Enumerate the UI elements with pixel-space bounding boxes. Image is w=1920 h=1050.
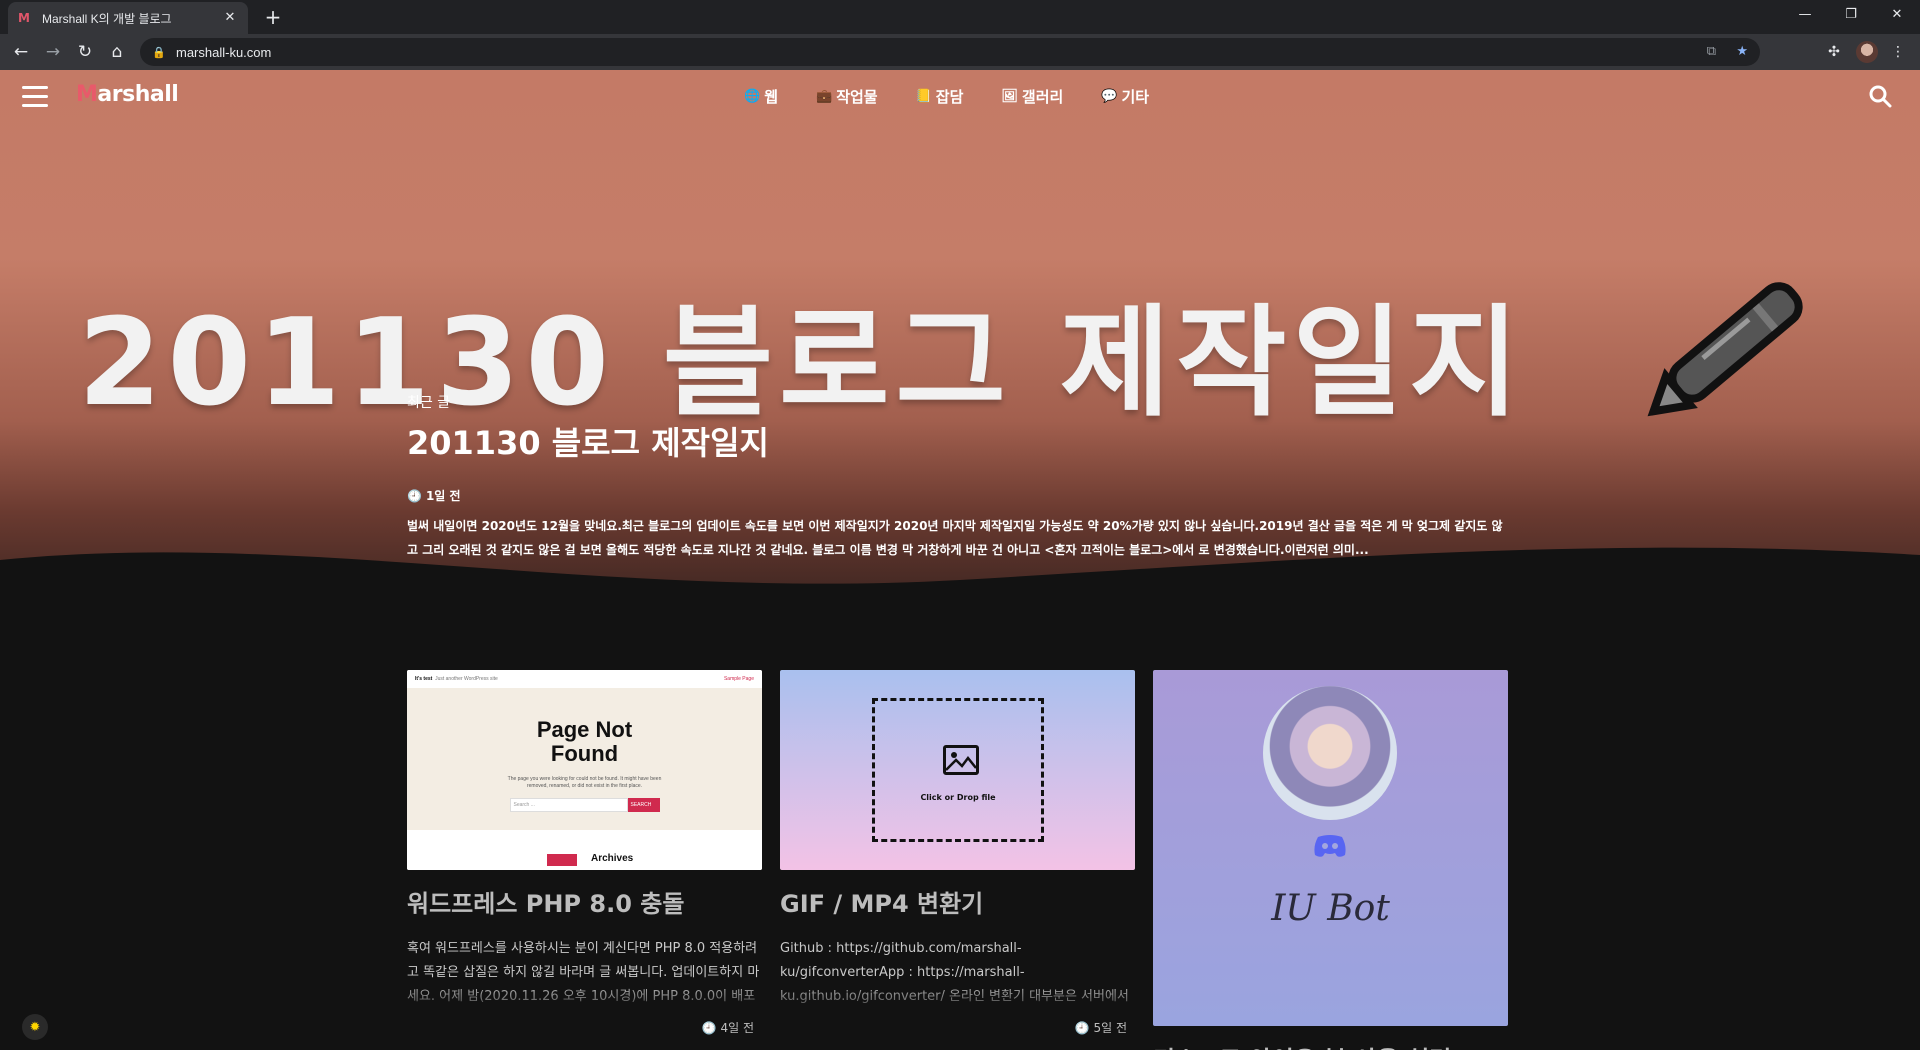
page: Marshall 🌐 웹 💼 작업물 📒 잡담 🖼 갤러리 💬 기타 201130 블로그… xyxy=(0,70,1920,1050)
thumb-archives-label: Archives xyxy=(591,853,634,864)
discord-icon xyxy=(1314,835,1346,857)
open-in-app-icon[interactable]: ⧉ xyxy=(1707,38,1716,66)
hero-banner-text: 201130 블로그 제작일지 xyxy=(78,294,1526,433)
thumb-search-input: Search ... xyxy=(509,798,628,812)
globe-icon: 🌐 xyxy=(744,89,761,104)
post-title[interactable]: GIF / MP4 변환기 xyxy=(780,884,1135,919)
new-tab-button[interactable]: + xyxy=(260,5,286,31)
nav-item-etc[interactable]: 💬 기타 xyxy=(1101,86,1149,107)
post-excerpt: Github : https://github.com/marshall-ku/… xyxy=(780,941,1129,1004)
thumb-lower-search-button xyxy=(547,854,577,866)
post-thumbnail[interactable]: IU Bot xyxy=(1153,670,1508,1026)
browser-tab-bar: M Marshall K의 개발 블로그 ✕ + — ❐ ✕ xyxy=(0,0,1920,34)
browser-tab[interactable]: M Marshall K의 개발 블로그 ✕ xyxy=(8,2,248,34)
search-icon[interactable] xyxy=(1868,84,1892,108)
back-icon[interactable]: ← xyxy=(9,40,33,64)
bug-icon: ✹ xyxy=(29,1019,41,1035)
url-text: marshall-ku.com xyxy=(176,44,272,60)
thumb-drop-zone: Click or Drop file xyxy=(872,698,1044,842)
featured-post-title[interactable]: 201130 블로그 제작일지 xyxy=(407,418,769,464)
post-card[interactable]: Click or Drop file GIF / MP4 변환기 Github … xyxy=(780,670,1135,1036)
pen-icon xyxy=(1647,282,1803,417)
note-icon: 📒 xyxy=(915,89,932,104)
nav-item-web[interactable]: 🌐 웹 xyxy=(744,86,778,107)
clock-icon: 🕘 xyxy=(1074,1021,1094,1035)
nav-item-gallery[interactable]: 🖼 갤러리 xyxy=(1001,86,1063,107)
briefcase-icon: 💼 xyxy=(816,89,833,104)
featured-post-excerpt[interactable]: 벌써 내일이면 2020년도 12월을 맞네요.최근 블로그의 업데이트 속도를… xyxy=(407,514,1507,562)
nav-item-chat[interactable]: 📒 잡담 xyxy=(916,86,964,107)
speech-bubble-icon: 💬 xyxy=(1101,89,1118,104)
lock-icon: 🔒 xyxy=(152,45,166,59)
thumb-search-button: SEARCH xyxy=(627,798,660,812)
thumb-lower-section: Archives xyxy=(407,830,762,870)
restore-button[interactable]: ❐ xyxy=(1828,0,1874,30)
post-time: 🕘 4일 전 xyxy=(701,1021,754,1035)
clock-icon: 🕘 xyxy=(701,1021,721,1035)
thumb-search-form: Search ... SEARCH xyxy=(509,798,660,812)
site-header: Marshall 🌐 웹 💼 작업물 📒 잡담 🖼 갤러리 💬 기타 xyxy=(0,70,1920,124)
home-icon[interactable]: ⌂ xyxy=(105,40,129,64)
post-thumbnail[interactable]: It's test Just another WordPress site Sa… xyxy=(407,670,762,870)
bot-name-text: IU Bot xyxy=(1271,888,1390,929)
minimize-button[interactable]: — xyxy=(1782,0,1828,30)
close-window-button[interactable]: ✕ xyxy=(1874,0,1920,30)
featured-post-time: 🕘 1일 전 xyxy=(407,488,461,504)
thumb-drop-text: Click or Drop file xyxy=(920,793,996,802)
picture-icon: 🖼 xyxy=(1001,89,1018,104)
forward-icon[interactable]: → xyxy=(41,40,65,64)
nav-item-works[interactable]: 💼 작업물 xyxy=(816,86,878,107)
bookmark-star-icon[interactable]: ★ xyxy=(1736,38,1748,66)
browser-toolbar: ← → ↻ ⌂ 🔒 marshall-ku.com ⧉ ★ ✣ ⋮ xyxy=(0,34,1920,70)
tab-title: Marshall K의 개발 블로그 xyxy=(42,11,172,26)
thumb-site-header: It's test Just another WordPress site Sa… xyxy=(407,670,762,688)
thumb-message: The page you were looking for could not … xyxy=(507,776,662,789)
site-favicon-icon: M xyxy=(18,11,30,25)
reload-icon[interactable]: ↻ xyxy=(73,40,97,64)
browser-menu-icon[interactable]: ⋮ xyxy=(1886,40,1910,64)
recent-posts-label: 최근 글 xyxy=(407,395,451,411)
post-excerpt: 혹여 워드프레스를 사용하시는 분이 계신다면 PHP 8.0 적용하려고 똑같… xyxy=(407,941,760,1004)
bug-report-button[interactable]: ✹ xyxy=(22,1014,48,1040)
profile-avatar[interactable] xyxy=(1856,41,1878,63)
post-time: 🕘 5일 전 xyxy=(1074,1021,1127,1035)
address-bar[interactable]: 🔒 marshall-ku.com ⧉ ★ xyxy=(140,38,1760,66)
post-thumbnail[interactable]: Click or Drop file xyxy=(780,670,1135,870)
tab-close-icon[interactable]: ✕ xyxy=(222,10,238,26)
site-logo[interactable]: Marshall xyxy=(76,82,179,107)
hamburger-menu-icon[interactable] xyxy=(22,86,48,108)
clock-icon: 🕘 xyxy=(407,488,422,503)
post-title[interactable]: 디스코드 아이유 봇 사용 설명 100 xyxy=(1153,1040,1508,1050)
post-card[interactable]: It's test Just another WordPress site Sa… xyxy=(407,670,762,1036)
post-title[interactable]: 워드프레스 PHP 8.0 충돌 xyxy=(407,884,762,919)
extensions-icon[interactable]: ✣ xyxy=(1822,40,1846,64)
post-card[interactable]: IU Bot 디스코드 아이유 봇 사용 설명 100 xyxy=(1153,670,1508,1050)
bot-avatar-photo xyxy=(1263,686,1397,820)
thumb-heading: Page Not Found xyxy=(536,717,633,766)
main-nav: 🌐 웹 💼 작업물 📒 잡담 🖼 갤러리 💬 기타 xyxy=(744,86,1187,107)
image-icon xyxy=(943,745,979,775)
